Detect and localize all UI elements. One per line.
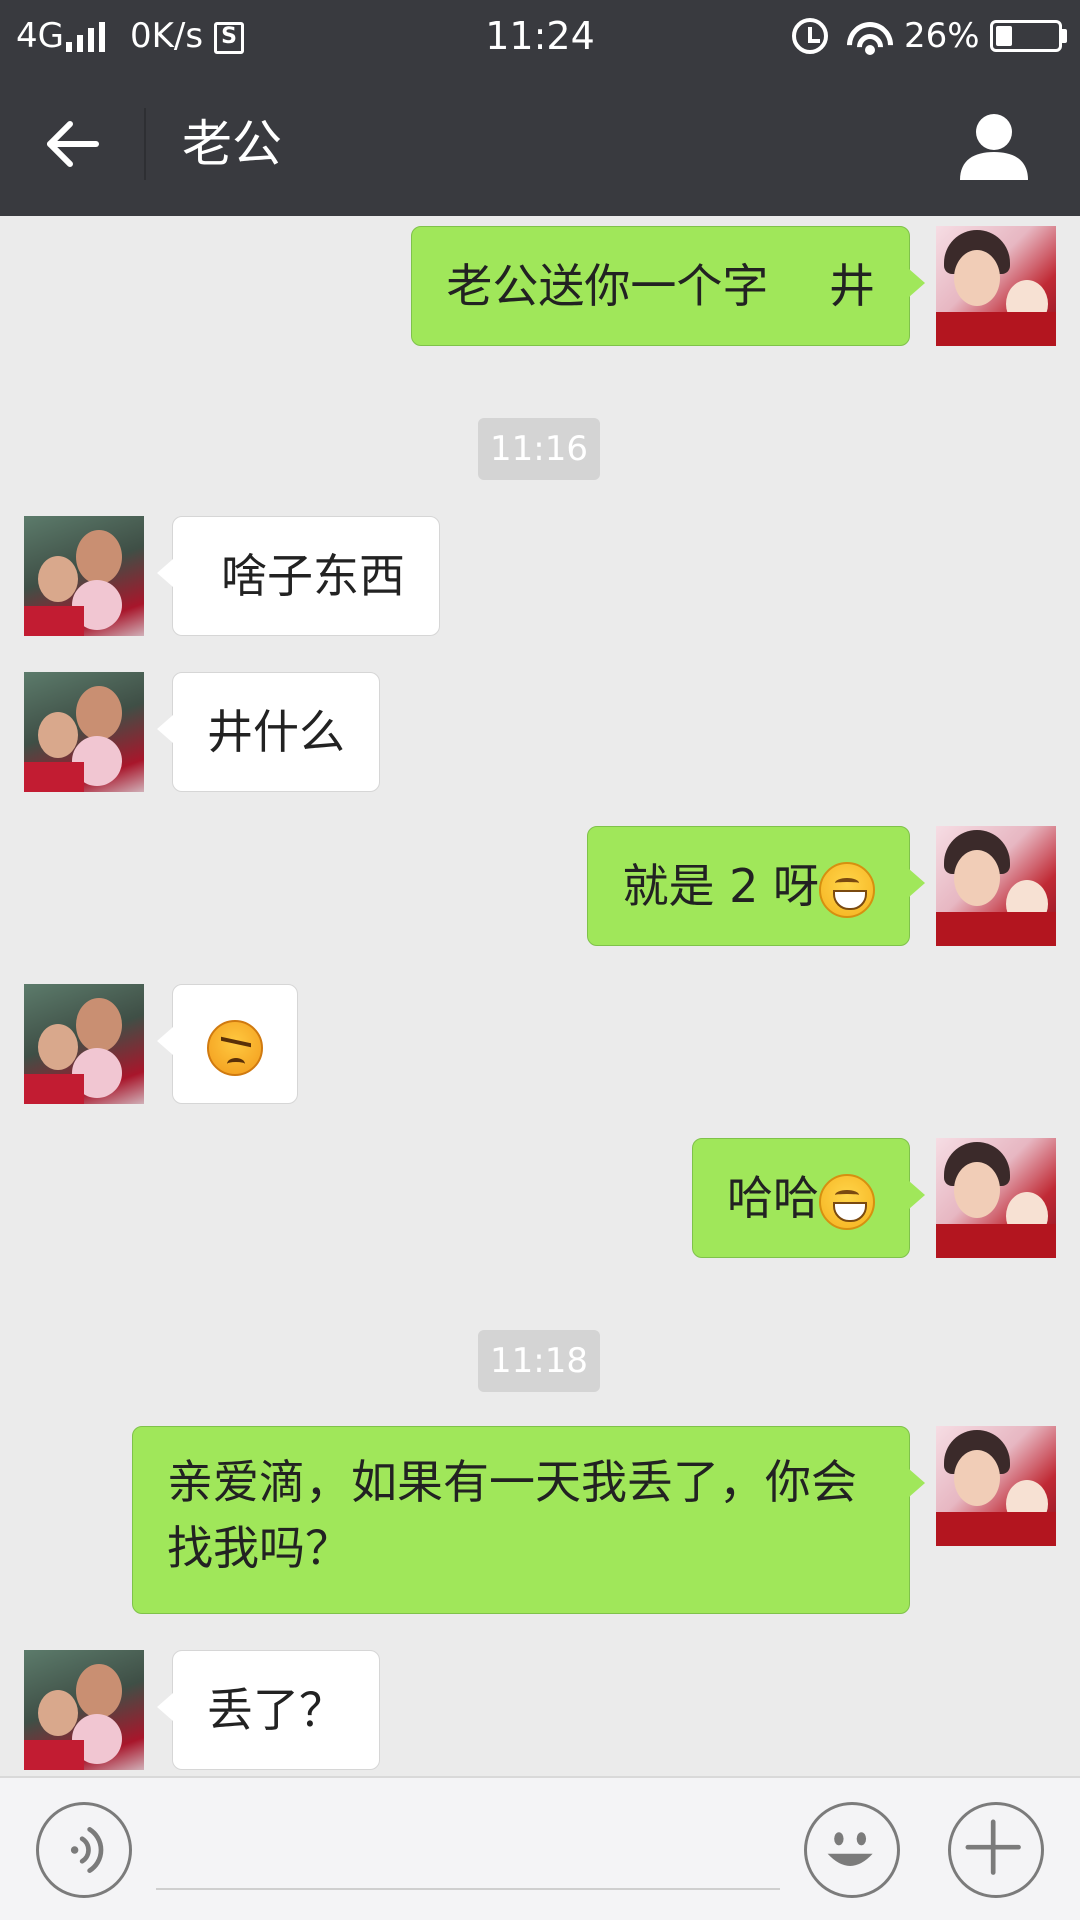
message-list[interactable]: 老公送你一个字 井 11:16 啥子东西 井什么 就是 2 呀 哈哈 11:18… [0,216,1080,1776]
more-button[interactable] [948,1802,1044,1898]
my-avatar[interactable] [936,1426,1056,1546]
wifi-icon [846,16,894,56]
my-avatar[interactable] [936,1138,1056,1258]
chat-title: 老公 [182,115,282,173]
chat-header: 老公 [0,72,1080,216]
message-text: 就是 2 呀 [622,859,819,913]
battery-cap [1062,29,1067,43]
battery-level-fill [996,26,1012,46]
grinning-emoji-icon [819,861,875,918]
back-button[interactable] [30,108,116,180]
battery-percent: 26% [904,16,980,56]
voice-button[interactable] [36,1802,132,1898]
plus-icon [965,1819,1021,1875]
my-avatar[interactable] [936,226,1056,346]
back-arrow-icon [47,121,99,167]
chat-screen: 4G 0K/s S 11:24 26% 老公 老公送你一个字 井 11:16 啥… [0,0,1080,1920]
message-bubble-sent[interactable]: 哈哈 [692,1138,925,1258]
message-bubble-sent[interactable]: 亲爱滴，如果有一天我丢了，你会找我吗？ [132,1426,925,1614]
status-bar: 4G 0K/s S 11:24 26% [0,0,1080,72]
grinning-emoji-icon [819,1173,875,1230]
battery-icon [990,20,1062,52]
message-bubble-sent[interactable]: 老公送你一个字 井 [411,226,925,346]
input-bar [0,1776,1080,1920]
message-text: 老公送你一个字 井 [446,259,875,313]
message-text: 哈哈 [727,1171,819,1225]
message-bubble-received[interactable]: 啥子东西 [157,516,440,636]
message-timestamp: 11:16 [478,418,600,480]
message-bubble-received[interactable] [157,984,298,1104]
message-text: 亲爱滴，如果有一天我丢了，你会找我吗？ [167,1455,857,1575]
message-bubble-received[interactable]: 丢了？ [157,1650,380,1770]
profile-button[interactable] [956,108,1032,184]
message-timestamp: 11:18 [478,1330,600,1392]
emoji-button[interactable] [804,1802,900,1898]
message-text: 啥子东西 [221,549,405,603]
message-bubble-received[interactable]: 井什么 [157,672,380,792]
message-text: 井什么 [207,705,345,759]
message-bubble-sent[interactable]: 就是 2 呀 [587,826,925,946]
contact-avatar[interactable] [24,984,144,1104]
my-avatar[interactable] [936,826,1056,946]
angry-emoji-icon [207,1019,263,1076]
smiley-icon [827,1832,873,1866]
alarm-icon [792,18,828,54]
voice-icon [70,1827,104,1873]
header-divider [144,108,146,180]
contact-avatar[interactable] [24,672,144,792]
contact-avatar[interactable] [24,516,144,636]
contact-avatar[interactable] [24,1650,144,1770]
message-text: 丢了？ [207,1683,345,1737]
message-input[interactable] [156,1808,780,1890]
person-icon [960,114,1028,180]
